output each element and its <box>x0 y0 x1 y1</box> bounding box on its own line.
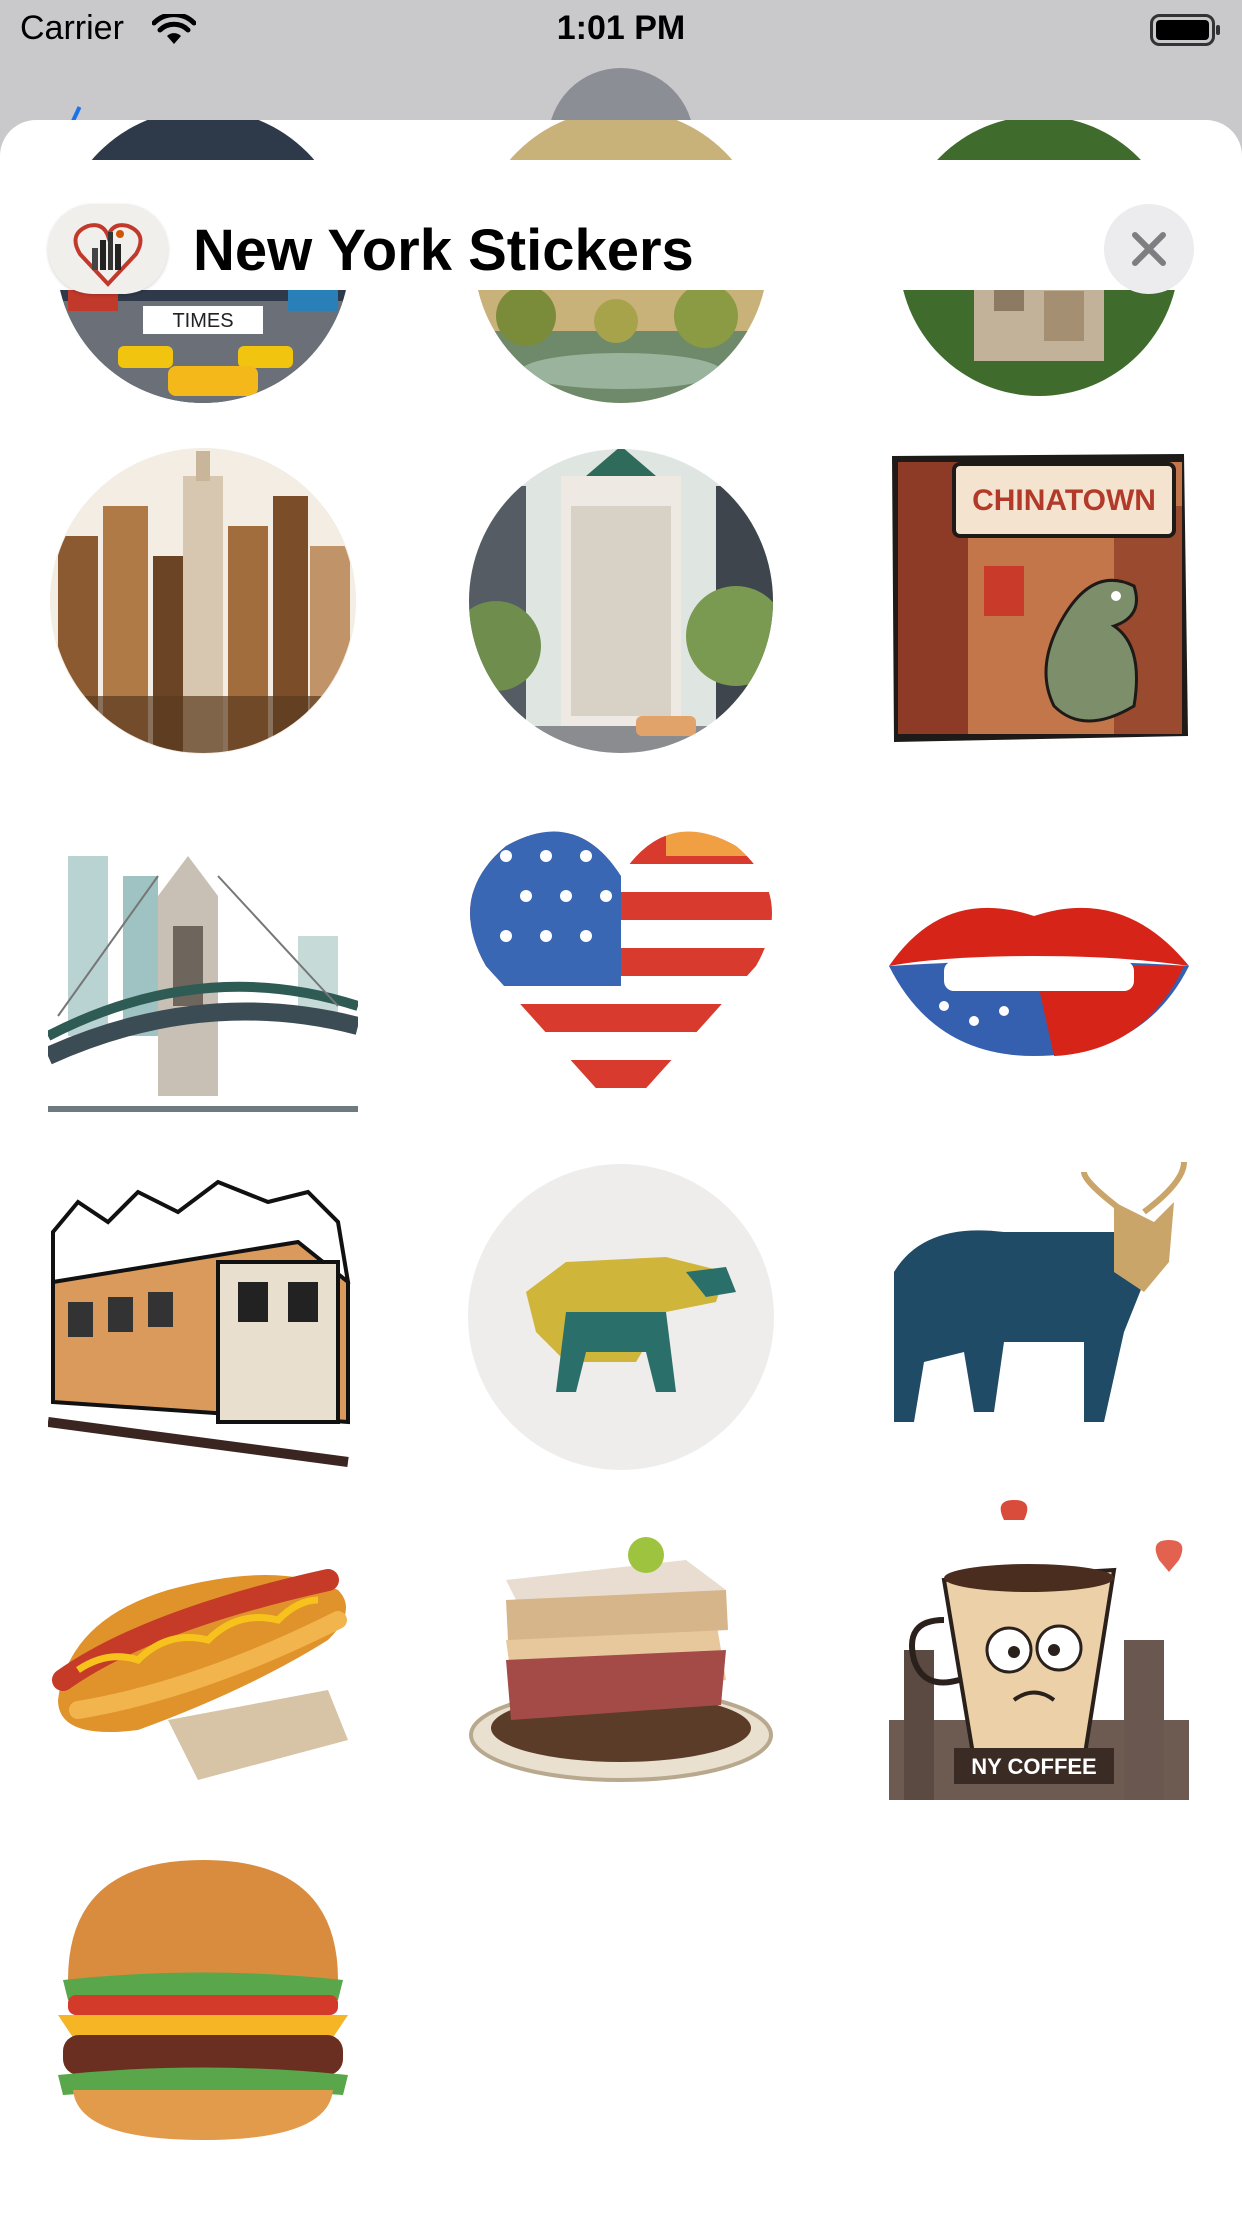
app-icon <box>48 204 168 294</box>
sticker-empire-state-skyline[interactable] <box>48 446 358 756</box>
sticker-subway-train[interactable] <box>48 1162 358 1472</box>
sheet-header: New York Stickers <box>0 160 1242 294</box>
sticker-flatiron-building[interactable] <box>466 446 776 756</box>
sticker-pastrami-sandwich[interactable] <box>466 1500 776 1810</box>
close-x-icon <box>1132 232 1166 266</box>
sticker-usa-flag-heart[interactable] <box>466 816 776 1126</box>
sticker-chinatown-label: CHINATOWN <box>972 484 1156 517</box>
sheet-title: New York Stickers <box>193 218 694 283</box>
sticker-wall-street-bull[interactable] <box>884 1162 1194 1472</box>
battery-icon <box>1150 14 1222 51</box>
sticker-ny-coffee-label: NY COFFEE <box>971 1754 1097 1779</box>
close-button[interactable] <box>1104 204 1194 294</box>
sticker-geometric-bull[interactable] <box>466 1162 776 1472</box>
sticker-usa-flag-lips[interactable] <box>884 816 1194 1126</box>
clock: 1:01 PM <box>556 9 686 47</box>
sticker-hot-dog[interactable] <box>48 1500 358 1810</box>
sticker-sheet: TIMES CHINATOWN NY COFFEE New York Stick… <box>0 120 1242 2240</box>
sticker-brooklyn-bridge[interactable] <box>48 816 358 1126</box>
sticker-ny-coffee-cup[interactable]: NY COFFEE <box>884 1500 1194 1810</box>
status-bar: Carrier 1:01 PM <box>0 0 1242 60</box>
sticker-chinatown-dragon[interactable]: CHINATOWN <box>884 446 1194 756</box>
sticker-cheeseburger[interactable] <box>48 1840 358 2150</box>
sticker-times-label: TIMES <box>172 310 233 332</box>
sticker-grid: TIMES CHINATOWN NY COFFEE <box>0 120 1242 2220</box>
